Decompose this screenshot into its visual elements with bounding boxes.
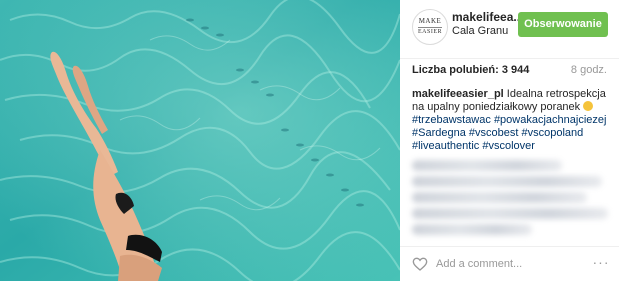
blurred-comment-line: [412, 160, 562, 171]
comment-input[interactable]: [436, 256, 586, 272]
avatar[interactable]: MAKE EASIER: [412, 9, 448, 45]
hashtag-vscopoland[interactable]: #vscopoland: [521, 127, 583, 139]
avatar-logo-bottom: EASIER: [418, 29, 442, 35]
hashtag-powakacjachnajciezej[interactable]: #powakacjachnajciezej: [494, 114, 607, 126]
hashtag-sardegna[interactable]: #Sardegna: [412, 127, 466, 139]
blurred-comment-line: [412, 176, 602, 187]
sun-emoji-icon: [583, 101, 594, 111]
swimmer-photo: [0, 0, 400, 281]
avatar-logo-divider: [418, 27, 442, 28]
blurred-comment-line: [412, 224, 532, 235]
more-options-button[interactable]: ···: [592, 255, 610, 271]
hashtag-vscolover[interactable]: #vscolover: [482, 140, 535, 152]
hashtag-liveauthentic[interactable]: #liveauthentic: [412, 140, 479, 152]
likes-count[interactable]: Liczba polubień: 3 944: [412, 64, 529, 76]
following-button[interactable]: Obserwowanie: [518, 12, 608, 37]
hashtag-trzebawstawac[interactable]: #trzebawstawac: [412, 114, 491, 126]
avatar-logo-top: MAKE: [418, 17, 442, 25]
post-timestamp[interactable]: 8 godz.: [571, 64, 607, 76]
heart-icon[interactable]: [412, 256, 428, 272]
comment-bar: ···: [400, 246, 619, 282]
post-photo[interactable]: [0, 0, 400, 281]
post-caption: makelifeeasier_pl Idealna retrospekcja n…: [412, 88, 610, 153]
post-sidebar: MAKE EASIER makelifeea... Cala Granu Obs…: [400, 0, 619, 281]
blurred-comment-line: [412, 208, 608, 219]
blurred-comment-line: [412, 192, 587, 203]
hashtag-vscobest[interactable]: #vscobest: [469, 127, 519, 139]
post-header: MAKE EASIER makelifeea... Cala Granu Obs…: [400, 0, 619, 59]
username-link[interactable]: makelifeea...: [452, 10, 523, 24]
caption-username[interactable]: makelifeeasier_pl: [412, 88, 504, 100]
blurred-comments: [412, 158, 612, 240]
location-link[interactable]: Cala Granu: [452, 25, 508, 37]
